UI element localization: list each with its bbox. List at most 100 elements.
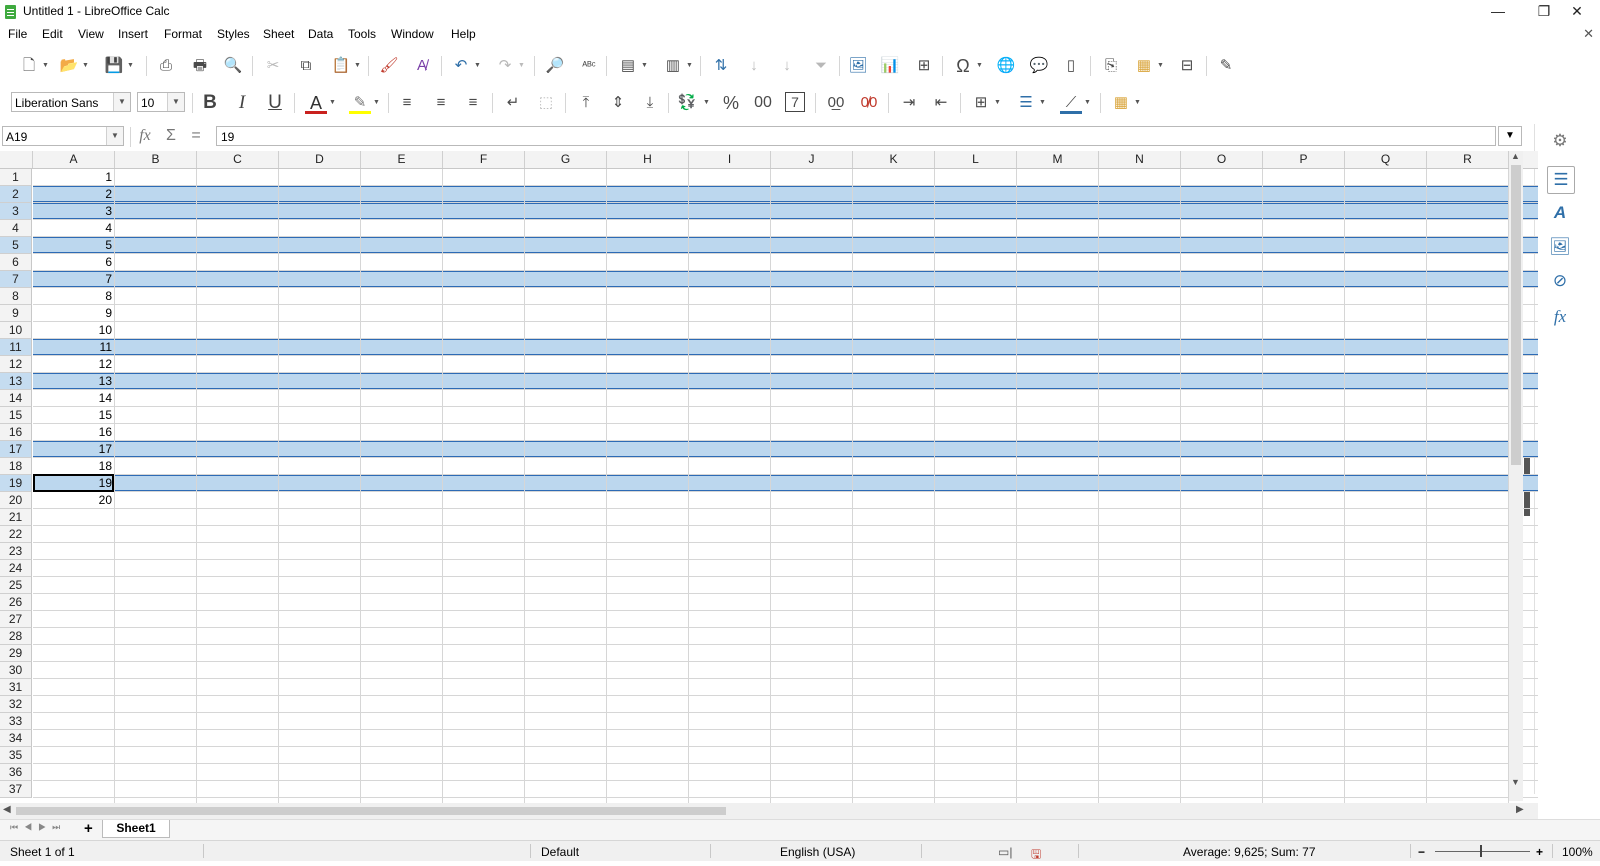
chevron-down-icon[interactable]: ▼	[42, 55, 50, 77]
chevron-down-icon[interactable]: ▼	[113, 93, 130, 111]
row-header-4[interactable]: 4	[0, 220, 32, 237]
page-style[interactable]: Default	[541, 845, 579, 859]
date-format-icon[interactable]: 7	[785, 92, 805, 112]
cell-a16[interactable]: 16	[33, 424, 112, 440]
cell-a6[interactable]: 6	[33, 254, 112, 270]
column-header-i[interactable]: I	[689, 151, 771, 168]
scroll-right-icon[interactable]: ▶	[1516, 804, 1524, 815]
row-header-30[interactable]: 30	[0, 662, 32, 679]
row-header-34[interactable]: 34	[0, 730, 32, 747]
currency-format-icon[interactable]: 💱	[676, 92, 698, 114]
comment-icon[interactable]: 💬	[1028, 55, 1050, 77]
chevron-down-icon[interactable]: ▼	[1134, 92, 1142, 114]
cell-a10[interactable]: 10	[33, 322, 112, 338]
row-header-5[interactable]: 5	[0, 237, 32, 254]
row-header-31[interactable]: 31	[0, 679, 32, 696]
chevron-down-icon[interactable]: ▼	[686, 55, 694, 77]
chevron-down-icon[interactable]: ▼	[1039, 92, 1047, 114]
cell-a3[interactable]: 3	[33, 203, 112, 219]
bold-icon[interactable]: B	[199, 92, 221, 114]
align-center-icon[interactable]: ≡	[430, 92, 452, 114]
zoom-in-icon[interactable]: +	[1536, 845, 1543, 859]
chevron-down-icon[interactable]: ▼	[373, 92, 381, 114]
zoom-out-icon[interactable]: −	[1418, 845, 1425, 859]
row-header-8[interactable]: 8	[0, 288, 32, 305]
align-bottom-icon[interactable]: ⤓	[639, 92, 661, 114]
formula-icon[interactable]: =	[185, 125, 207, 147]
redo-icon[interactable]: ↷	[494, 55, 516, 77]
cell-area[interactable]: 1 2 3 4 5 6 7 8 9 10 11 12 13 14 15 16 17 18 19 20	[33, 169, 1538, 803]
row-header-19[interactable]: 19	[0, 475, 32, 492]
column-header-r[interactable]: R	[1427, 151, 1509, 168]
row-header-15[interactable]: 15	[0, 407, 32, 424]
copy-icon[interactable]: ⧉	[295, 55, 317, 77]
chevron-down-icon[interactable]: ▼	[976, 55, 984, 77]
save-icon[interactable]: 💾	[103, 55, 125, 77]
autofilter-icon[interactable]: ⏷	[810, 55, 832, 77]
row-header-36[interactable]: 36	[0, 764, 32, 781]
cell-a13[interactable]: 13	[33, 373, 112, 389]
row-header-22[interactable]: 22	[0, 526, 32, 543]
chevron-down-icon[interactable]: ▼	[1157, 55, 1165, 77]
column-header-l[interactable]: L	[935, 151, 1017, 168]
functions-icon[interactable]: fx	[1547, 304, 1573, 330]
row-header-35[interactable]: 35	[0, 747, 32, 764]
undo-icon[interactable]: ↶	[450, 55, 472, 77]
row-header-16[interactable]: 16	[0, 424, 32, 441]
percent-format-icon[interactable]: %	[720, 92, 742, 114]
cell-a20[interactable]: 20	[33, 492, 112, 508]
row-header-13[interactable]: 13	[0, 373, 32, 390]
increase-indent-icon[interactable]: ⇥	[898, 92, 920, 114]
column-header-k[interactable]: K	[853, 151, 935, 168]
column-header-o[interactable]: O	[1181, 151, 1263, 168]
align-right-icon[interactable]: ≡	[462, 92, 484, 114]
insert-image-icon[interactable]: 🖼	[847, 55, 869, 77]
row-header-20[interactable]: 20	[0, 492, 32, 509]
italic-icon[interactable]: I	[231, 92, 253, 114]
vertical-scroll-thumb[interactable]	[1511, 165, 1521, 465]
menu-insert[interactable]: Insert	[118, 27, 148, 41]
print-icon[interactable]: 🖶	[189, 55, 211, 77]
chevron-down-icon[interactable]: ▼	[106, 127, 123, 145]
scroll-left-icon[interactable]: ◀	[3, 804, 11, 815]
name-box[interactable]: A19 ▼	[2, 126, 124, 146]
row-header-23[interactable]: 23	[0, 543, 32, 560]
cell-a5[interactable]: 5	[33, 237, 112, 253]
horizontal-scroll-thumb[interactable]	[16, 807, 726, 815]
column-icon[interactable]: ▥	[662, 55, 684, 77]
conditional-format-icon[interactable]: ▦	[1110, 92, 1132, 114]
sort-descending-icon[interactable]: ↓	[776, 55, 798, 77]
row-header-3[interactable]: 3	[0, 203, 32, 220]
align-top-icon[interactable]: ⤒	[575, 92, 597, 114]
clear-formatting-icon[interactable]: A̸	[411, 55, 433, 77]
chevron-down-icon[interactable]: ▼	[167, 93, 184, 111]
menu-tools[interactable]: Tools	[348, 27, 376, 41]
cell-a4[interactable]: 4	[33, 220, 112, 236]
print-preview-icon[interactable]: 🔍	[222, 55, 244, 77]
cell-a11[interactable]: 11	[33, 339, 112, 355]
column-header-e[interactable]: E	[361, 151, 443, 168]
delete-decimal-icon[interactable]: 0̸0	[858, 92, 880, 114]
cell-a8[interactable]: 8	[33, 288, 112, 304]
tab-navigation-icons[interactable]: ⏮◀▶⏭	[10, 822, 66, 833]
column-header-h[interactable]: H	[607, 151, 689, 168]
chevron-down-icon[interactable]: ▼	[329, 92, 337, 114]
sort-icon[interactable]: ⇅	[710, 55, 732, 77]
chevron-down-icon[interactable]: ▼	[474, 55, 482, 77]
cell-a1[interactable]: 1	[33, 169, 112, 185]
row-header-14[interactable]: 14	[0, 390, 32, 407]
cell-a15[interactable]: 15	[33, 407, 112, 423]
cell-a12[interactable]: 12	[33, 356, 112, 372]
cell-a7[interactable]: 7	[33, 271, 112, 287]
selection-mode-icon[interactable]: ▭|	[998, 845, 1012, 859]
close-document-icon[interactable]: ✕	[1583, 26, 1594, 42]
row-header-7[interactable]: 7	[0, 271, 32, 288]
open-folder-icon[interactable]: 📂	[58, 55, 80, 77]
font-color-icon[interactable]: A	[305, 92, 327, 114]
border-color-icon[interactable]: ⟋	[1060, 92, 1082, 114]
row-header-2[interactable]: 2	[0, 186, 32, 203]
navigator-icon[interactable]: ⊘	[1547, 268, 1573, 294]
row-icon[interactable]: ▤	[617, 55, 639, 77]
chevron-down-icon[interactable]: ▼	[354, 55, 362, 77]
chevron-down-icon[interactable]: ▼	[518, 55, 526, 77]
